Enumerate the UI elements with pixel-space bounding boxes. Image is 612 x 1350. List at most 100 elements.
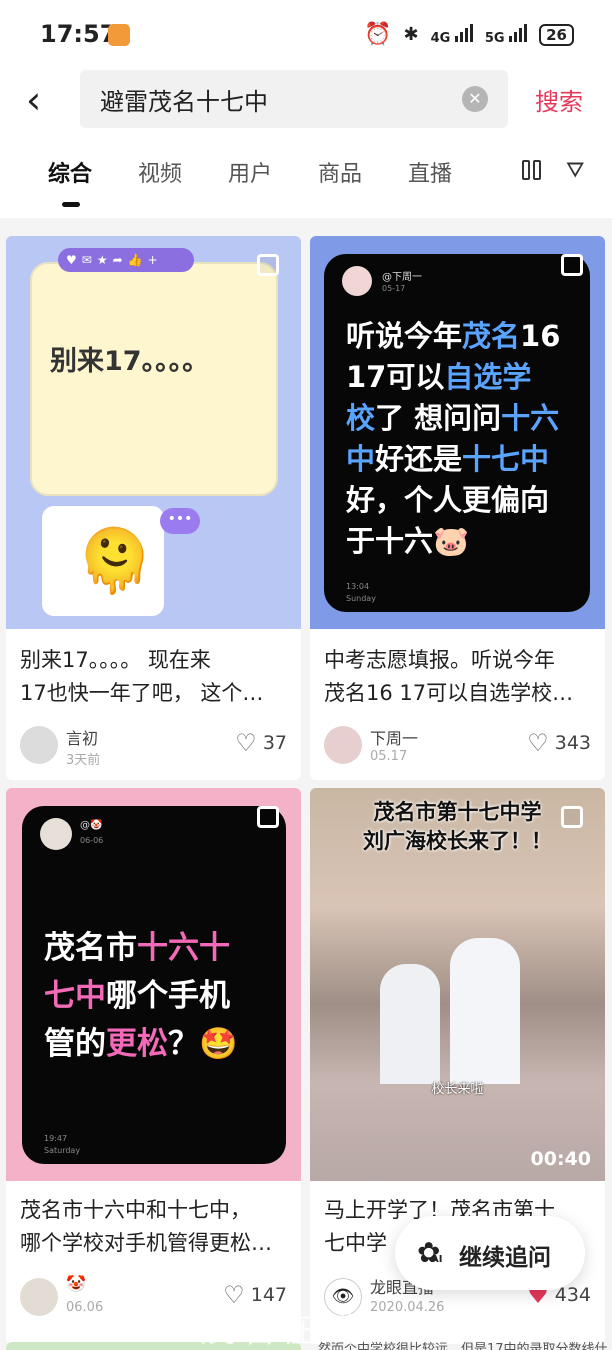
back-arrow-icon[interactable]: ‹ xyxy=(26,81,66,122)
battery-indicator: 26 xyxy=(539,23,574,46)
cover-text-line: 七中哪个手机 xyxy=(44,972,284,1020)
cover-text-segment: 茂名市 xyxy=(44,930,137,966)
cover-handle: @下周一 xyxy=(382,272,422,283)
result-card[interactable]: ♥✉★➦👍+ 别来17。。。。 🫠 ••• 别来17。。。。 现在来 17也快一年… xyxy=(6,236,301,780)
post-date: 05.17 xyxy=(370,749,408,764)
search-button[interactable]: 搜索 xyxy=(535,82,583,117)
avatar xyxy=(342,266,372,296)
author-name[interactable]: 🤡 xyxy=(66,1274,86,1293)
cover-text-segment: 中 xyxy=(346,442,376,476)
heart-icon: ♡ xyxy=(235,729,257,757)
card-cover: @🤡 06-06 茂名市十六十 七中哪个手机 管的更松？🤩 19:47 Saturd… xyxy=(6,788,301,1181)
watermark: 茂名在线 xyxy=(200,1309,361,1350)
person-figure xyxy=(380,964,440,1084)
cover-text-line: 中好还是十七中 xyxy=(346,439,586,480)
cover-text-line: 17可以自选学 xyxy=(346,357,586,398)
post-date: 06.06 xyxy=(66,1300,104,1315)
video-thumbnail: 茂名市第十七中学 刘广海校长来了！！ 校长来啦 00:40 xyxy=(310,788,605,1181)
tab-live[interactable]: 直播 xyxy=(408,156,452,188)
cover-text-segment: 校 xyxy=(346,401,376,435)
like-count[interactable]: ♡ 343 xyxy=(527,729,591,757)
cover-date: 06-06 xyxy=(80,836,104,845)
cover-text-segment: 好，个人更偏向 xyxy=(346,483,550,517)
result-card[interactable]: @下周一 05-17 听说今年茂名16 17可以自选学 校了 想问问十六 中好还是十… xyxy=(310,236,605,780)
author-name[interactable]: 言初 xyxy=(66,725,98,749)
result-tabs: 综合 视频 用户 商品 直播 ⛛ xyxy=(0,140,612,218)
card-cover: @下周一 05-17 听说今年茂名16 17可以自选学 校了 想问问十六 中好还是十… xyxy=(310,236,605,629)
person-figure xyxy=(450,938,520,1084)
video-duration: 00:40 xyxy=(530,1148,591,1170)
active-tab-indicator xyxy=(62,202,80,207)
cover-text-line: 听说今年茂名16 xyxy=(346,316,586,357)
cover-text-segment: 于十六🐷 xyxy=(346,524,470,558)
alarm-icon: ⏰ xyxy=(364,22,392,47)
card-title: 别来17。。。。 现在来 17也快一年了吧， 这个… xyxy=(20,648,264,705)
status-time: 17:57 xyxy=(40,20,117,48)
status-indicators: ⏰ ✱ 4G 5G 26 xyxy=(364,22,574,47)
avatar[interactable] xyxy=(20,726,58,764)
tab-users[interactable]: 用户 xyxy=(228,156,272,188)
next-card-peek-text: 然而个中学校很比较远，但是17中的录取分数线什 xyxy=(318,1342,608,1350)
post-date: 3天前 xyxy=(66,753,101,768)
signal-4g: 4G xyxy=(431,23,473,46)
cover-text-segment: 自选学 xyxy=(444,360,532,394)
signal-5g: 5G xyxy=(485,23,528,46)
chat-dots-icon: ••• xyxy=(160,508,200,534)
reaction-bar: ♥✉★➦👍+ xyxy=(58,248,194,272)
cover-day: Saturday xyxy=(44,1146,81,1155)
signal-bars-icon xyxy=(454,23,473,42)
cover-text-segment: 好还是 xyxy=(375,442,463,476)
cover-text-segment: 茂名 xyxy=(462,319,521,353)
tab-video[interactable]: 视频 xyxy=(138,156,182,188)
bluetooth-icon: ✱ xyxy=(403,24,419,45)
cover-text-segment: 哪个手机 xyxy=(106,978,230,1014)
tab-products[interactable]: 商品 xyxy=(318,156,362,188)
cover-text-line: 茂名市十六十 xyxy=(44,924,284,972)
result-card[interactable]: @🤡 06-06 茂名市十六十 七中哪个手机 管的更松？🤩 19:47 Saturd… xyxy=(6,788,301,1344)
card-title: 中考志愿填报。听说今年 茂名16 17可以自选学校… xyxy=(324,648,574,705)
cover-text-segment: 听说今年 xyxy=(346,319,463,353)
cover-date: 05-17 xyxy=(382,284,406,293)
card-title: 茂名市十六中和十七中， 哪个学校对手机管得更松… xyxy=(20,1198,272,1255)
filter-icon[interactable]: ⛛ xyxy=(566,158,584,183)
heart-icon: ♡ xyxy=(527,729,549,757)
app-notification-icon xyxy=(108,24,130,46)
search-input[interactable] xyxy=(100,80,460,118)
tab-comprehensive[interactable]: 综合 xyxy=(48,156,92,188)
signal-bars-icon xyxy=(509,23,528,42)
melting-face-emoji: 🫠 xyxy=(76,524,154,597)
select-checkbox[interactable] xyxy=(561,806,583,828)
avatar[interactable] xyxy=(324,726,362,764)
cover-text: 听说今年茂名16 17可以自选学 校了 想问问十六 中好还是十七中 好，个人更偏向 于十… xyxy=(346,316,586,562)
cover-text-segment: ？🤩 xyxy=(168,1026,238,1062)
cover-time: 13:04 xyxy=(346,582,370,591)
cover-text-segment: 十七中 xyxy=(462,442,550,476)
cover-time: 19:47 xyxy=(44,1134,68,1143)
search-box[interactable]: ✕ xyxy=(80,70,508,128)
ai-icon: ✿ AI xyxy=(417,1236,443,1269)
cover-text: 别来17。。。。 xyxy=(50,346,210,377)
cover-text-segment: 17可以 xyxy=(346,360,445,394)
select-checkbox[interactable] xyxy=(561,254,583,276)
author-name[interactable]: 下周一 xyxy=(370,725,418,749)
cover-text-segment: 16 xyxy=(520,319,561,353)
like-count[interactable]: ♡ 37 xyxy=(235,729,287,757)
cover-handle: @🤡 xyxy=(80,820,103,831)
cover-text-segment: 十六 xyxy=(501,401,560,435)
select-checkbox[interactable] xyxy=(257,254,279,276)
clear-icon[interactable]: ✕ xyxy=(462,86,488,112)
status-bar: 17:57 ⏰ ✱ 4G 5G 26 xyxy=(0,0,612,70)
avatar[interactable] xyxy=(20,1278,58,1316)
layout-toggle-icon[interactable] xyxy=(522,160,542,182)
select-checkbox[interactable] xyxy=(257,806,279,828)
follow-up-label: 继续追问 xyxy=(459,1245,551,1271)
search-bar: ‹ ✕ 搜索 xyxy=(0,70,612,140)
phone-note: @下周一 05-17 听说今年茂名16 17可以自选学 校了 想问问十六 中好还是十… xyxy=(324,254,590,612)
cover-text-line: 管的更松？🤩 xyxy=(44,1020,284,1068)
cover-text: 茂名市十六十 七中哪个手机 管的更松？🤩 xyxy=(44,924,284,1068)
cover-day: Sunday xyxy=(346,594,376,603)
video-caption: 校长来啦 xyxy=(431,1082,484,1097)
post-date: 2020.04.26 xyxy=(370,1300,445,1315)
follow-up-button[interactable]: ✿ AI 继续追问 xyxy=(395,1216,585,1290)
card-cover: ♥✉★➦👍+ 别来17。。。。 🫠 ••• xyxy=(6,236,301,629)
